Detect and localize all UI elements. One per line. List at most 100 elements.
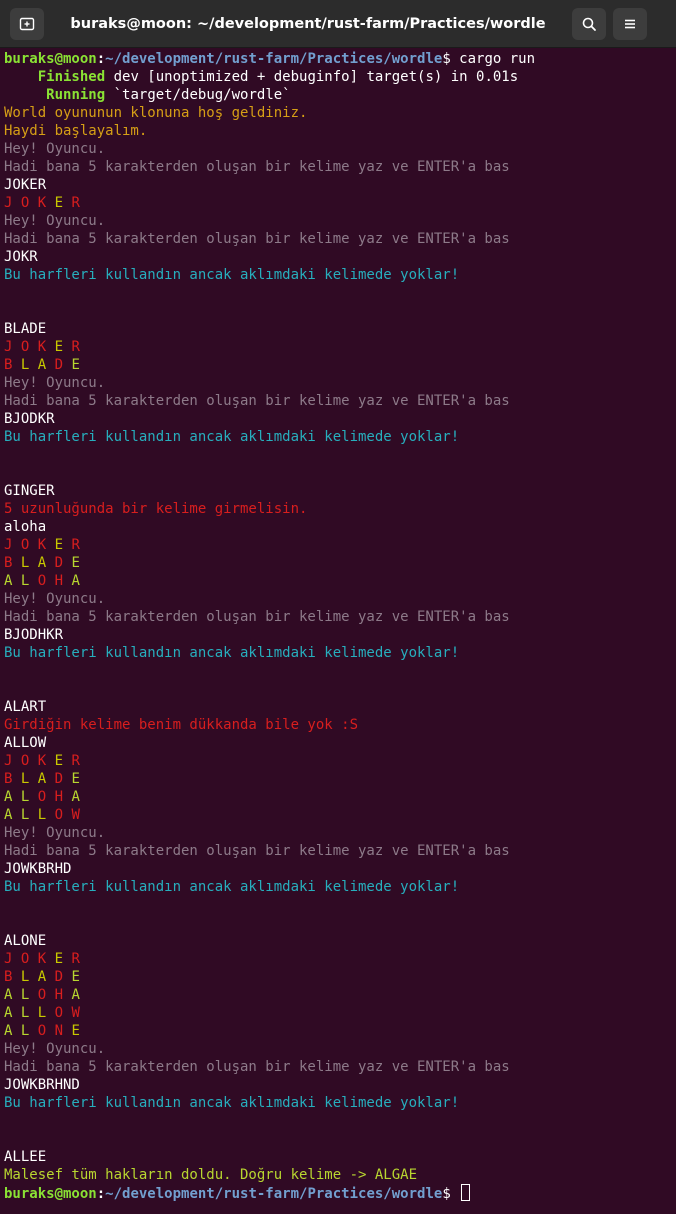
prompt-separator: : [96, 1186, 106, 1202]
guess-letter: R [71, 951, 80, 967]
guess-result-row: A L O N E [4, 1022, 674, 1040]
output-line: ALONE [4, 933, 47, 949]
search-button[interactable] [572, 8, 606, 40]
guess-letter: L [37, 807, 47, 823]
output-line: JOKR [4, 249, 38, 265]
output-line: Bu harfleri kullandın ancak aklımdaki ke… [4, 645, 460, 661]
output-line: BLADE [4, 321, 47, 337]
hamburger-menu-icon [625, 19, 635, 29]
guess-letter: R [71, 195, 80, 211]
guess-letter: O [54, 807, 64, 823]
output-segment [4, 69, 38, 85]
guess-letter: H [54, 789, 64, 805]
output-line: Bu harfleri kullandın ancak aklımdaki ke… [4, 429, 460, 445]
output-line: Hey! Oyuncu. [4, 375, 106, 391]
guess-letter: R [71, 537, 80, 553]
output-line: JOKER [4, 177, 47, 193]
guess-letter: A [37, 555, 47, 571]
output-line: Hey! Oyuncu. [4, 141, 106, 157]
guess-letter: K [37, 951, 47, 967]
guess-letter: O [54, 1005, 64, 1021]
guess-letter: A [37, 969, 47, 985]
output-line: Hadi bana 5 karakterden oluşan bir kelim… [4, 393, 510, 409]
output-line: Bu harfleri kullandın ancak aklımdaki ke… [4, 267, 460, 283]
guess-result-row: B L A D E [4, 968, 674, 986]
guess-letter: E [71, 357, 80, 373]
search-icon [582, 17, 596, 31]
guess-result-row: J O K E R [4, 536, 674, 554]
guess-letter: N [54, 1023, 64, 1039]
output-segment: dev [unoptimized + debuginfo] target(s) … [105, 69, 519, 85]
guess-letter: W [71, 1005, 80, 1021]
guess-letter: E [54, 537, 64, 553]
window-title: buraks@moon: ~/development/rust-farm/Pra… [70, 16, 546, 32]
output-line: GINGER [4, 483, 55, 499]
guess-letter: A [37, 357, 47, 373]
output-line: Hey! Oyuncu. [4, 1041, 106, 1057]
output-line: Hadi bana 5 karakterden oluşan bir kelim… [4, 159, 510, 175]
guess-letter: O [37, 789, 47, 805]
guess-result-row: A L O H A [4, 788, 674, 806]
output-line: Bu harfleri kullandın ancak aklımdaki ke… [4, 1095, 460, 1111]
prompt-symbol: $ [442, 51, 460, 67]
output-segment: `target/debug/wordle` [105, 87, 291, 103]
guess-result-row: J O K E R [4, 752, 674, 770]
guess-letter: A [71, 573, 80, 589]
guess-letter: K [37, 195, 47, 211]
output-line: BJODHKR [4, 627, 64, 643]
output-line: aloha [4, 519, 47, 535]
guess-letter: A [71, 987, 80, 1003]
guess-letter: O [37, 573, 47, 589]
guess-result-row: A L L O W [4, 1004, 674, 1022]
output-line: ALLEE [4, 1149, 47, 1165]
menu-button[interactable] [613, 8, 647, 40]
guess-letter: K [37, 339, 47, 355]
output-segment [4, 87, 46, 103]
guess-letter: O [37, 987, 47, 1003]
guess-letter: R [71, 339, 80, 355]
output-line: ALLOW [4, 735, 47, 751]
guess-letter: H [54, 987, 64, 1003]
guess-letter: E [71, 969, 80, 985]
terminal-output[interactable]: buraks@moon:~/development/rust-farm/Prac… [4, 50, 674, 1202]
cargo-status-line: Running `target/debug/wordle` [4, 86, 674, 104]
window-titlebar: buraks@moon: ~/development/rust-farm/Pra… [0, 0, 676, 48]
guess-result-row: J O K E R [4, 194, 674, 212]
guess-letter: E [54, 753, 64, 769]
output-line: Bu harfleri kullandın ancak aklımdaki ke… [4, 879, 460, 895]
output-line: Haydi başlayalım. [4, 123, 148, 139]
guess-result-row: J O K E R [4, 950, 674, 968]
guess-letter: K [37, 753, 47, 769]
new-tab-button[interactable] [10, 8, 44, 40]
output-line: BJODKR [4, 411, 55, 427]
shell-prompt-line: buraks@moon:~/development/rust-farm/Prac… [4, 50, 674, 68]
output-line: Malesef tüm hakların doldu. Doğru kelime… [4, 1167, 418, 1183]
guess-letter: L [37, 1005, 47, 1021]
output-line: Hadi bana 5 karakterden oluşan bir kelim… [4, 843, 510, 859]
guess-letter: O [37, 1023, 47, 1039]
prompt-symbol: $ [442, 1186, 460, 1202]
guess-letter: A [71, 789, 80, 805]
output-line: World oyununun klonuna hoş geldiniz. [4, 105, 308, 121]
new-tab-icon [19, 17, 35, 31]
output-line: JOWKBRHD [4, 861, 72, 877]
command-text: cargo run [459, 51, 536, 67]
output-line: ALART [4, 699, 47, 715]
guess-letter: W [71, 807, 80, 823]
guess-result-row: A L O H A [4, 986, 674, 1004]
guess-letter: E [54, 195, 64, 211]
prompt-path: ~/development/rust-farm/Practices/wordle [105, 1186, 443, 1202]
output-segment: Running [46, 87, 106, 103]
prompt-user: buraks@moon [4, 1186, 97, 1202]
prompt-path: ~/development/rust-farm/Practices/wordle [105, 51, 443, 67]
output-segment: Finished [37, 69, 106, 85]
terminal-cursor [461, 1184, 471, 1201]
